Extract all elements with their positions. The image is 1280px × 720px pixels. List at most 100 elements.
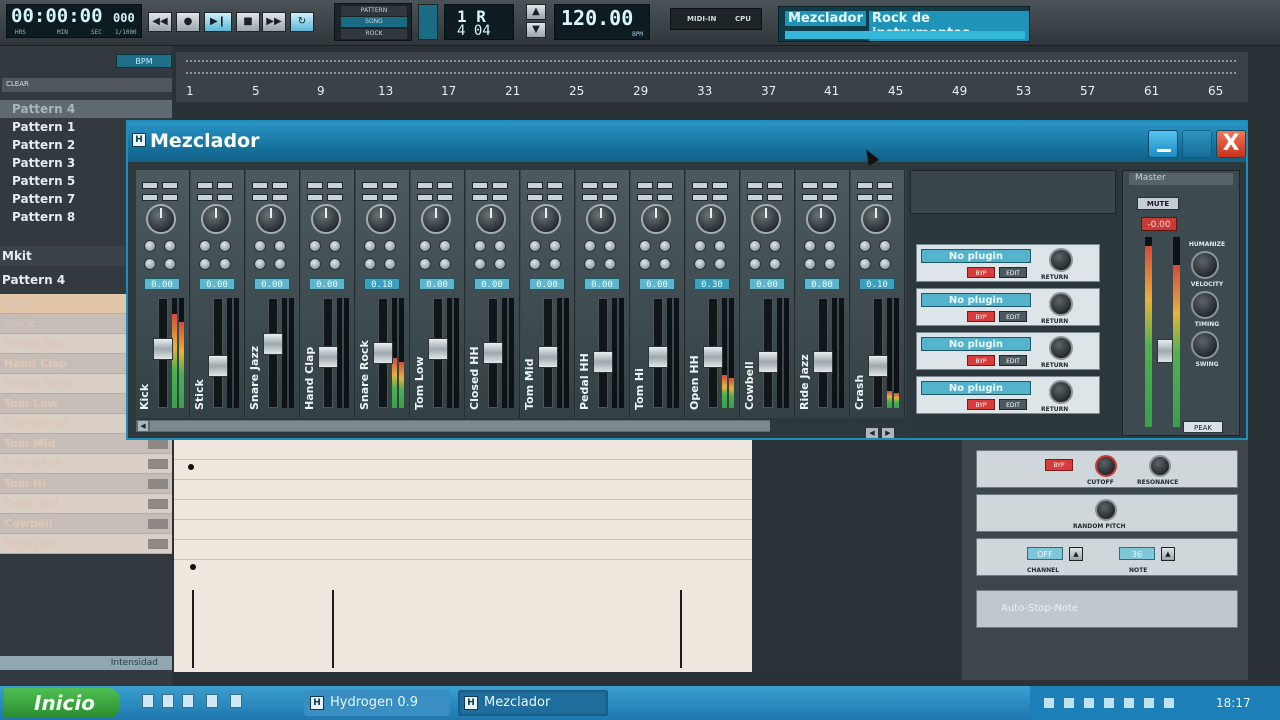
tempo-display[interactable]: 120.00 BPM [554, 4, 650, 40]
mute-solo-buttons[interactable] [582, 174, 622, 189]
instrument-row[interactable]: Tom Hi [0, 474, 172, 494]
fader-track[interactable] [213, 298, 223, 408]
tray-icon[interactable] [1124, 698, 1134, 708]
mute-solo-buttons[interactable] [637, 174, 677, 189]
fx-plugin-name[interactable]: No plugin [921, 249, 1031, 263]
strip-option-buttons[interactable] [307, 186, 347, 201]
volume-fader[interactable] [703, 346, 723, 368]
fx-edit-button[interactable]: EDIT [999, 267, 1027, 278]
quicklaunch-icon[interactable] [230, 694, 242, 708]
mute-solo-buttons[interactable] [142, 174, 182, 189]
fx-send-knob[interactable] [364, 240, 376, 252]
fx-send-knob[interactable] [529, 258, 541, 270]
fx-plugin-name[interactable]: No plugin [921, 293, 1031, 307]
velocity-knob[interactable] [1191, 251, 1219, 279]
pan-knob[interactable] [146, 204, 176, 234]
mute-solo-buttons[interactable] [197, 174, 237, 189]
strip-option-buttons[interactable] [472, 186, 512, 201]
strips-scrollbar[interactable]: ◀ [136, 420, 770, 432]
volume-fader[interactable] [648, 346, 668, 368]
maximize-button[interactable] [1182, 130, 1212, 158]
rewind-button[interactable]: ◀◀ [148, 12, 172, 32]
fx-edit-button[interactable]: EDIT [999, 311, 1027, 322]
quicklaunch-icon[interactable] [142, 694, 154, 708]
strip-option-buttons[interactable] [362, 186, 402, 201]
strip-option-buttons[interactable] [417, 186, 457, 201]
filter-bypass-button[interactable]: BYP [1045, 459, 1073, 471]
fx-send-knob[interactable] [474, 240, 486, 252]
play-button[interactable]: ▶❙ [204, 12, 232, 32]
cutoff-knob[interactable] [1095, 455, 1117, 477]
strip-option-buttons[interactable] [197, 186, 237, 201]
fx-send-knob[interactable] [309, 240, 321, 252]
grid-row[interactable] [174, 500, 752, 520]
mixer-titlebar[interactable]: H Mezclador X [128, 122, 1246, 162]
scroll-left-icon[interactable]: ◀ [138, 421, 148, 431]
pan-knob[interactable] [201, 204, 231, 234]
fx-send-knob[interactable] [584, 258, 596, 270]
close-button[interactable]: X [1216, 130, 1246, 158]
velocity-bar[interactable] [332, 590, 334, 668]
fx-send-knob[interactable] [694, 240, 706, 252]
instrument-row[interactable]: Ride Jazz [0, 534, 172, 554]
taskbar-item-mezclador[interactable]: H Mezclador [458, 690, 608, 716]
volume-fader[interactable] [318, 346, 338, 368]
fx-send-knob[interactable] [164, 258, 176, 270]
note-dot[interactable] [188, 464, 194, 470]
fx-send-knob[interactable] [199, 258, 211, 270]
fx-send-knob[interactable] [219, 240, 231, 252]
timing-knob[interactable] [1191, 291, 1219, 319]
fx-send-knob[interactable] [274, 258, 286, 270]
mute-solo-buttons[interactable] [148, 519, 168, 529]
fx-bypass-button[interactable]: BYP [967, 267, 995, 278]
tray-icon[interactable] [1064, 698, 1074, 708]
quicklaunch-icon[interactable] [206, 694, 218, 708]
strip-option-buttons[interactable] [747, 186, 787, 201]
volume-fader[interactable] [208, 355, 228, 377]
fx-send-knob[interactable] [254, 240, 266, 252]
tray-icon[interactable] [1164, 698, 1174, 708]
fx-send-knob[interactable] [384, 240, 396, 252]
mute-solo-buttons[interactable] [527, 174, 567, 189]
pattern-editor-grid[interactable] [174, 440, 752, 672]
fx-send-knob[interactable] [419, 258, 431, 270]
fx-send-knob[interactable] [309, 258, 321, 270]
clear-button[interactable]: CLEAR [6, 80, 29, 88]
pan-knob[interactable] [751, 204, 781, 234]
resonance-knob[interactable] [1149, 455, 1171, 477]
mode-pattern-button[interactable]: PATTERN [341, 6, 407, 16]
strip-option-buttons[interactable] [582, 186, 622, 201]
fx-send-knob[interactable] [804, 258, 816, 270]
mute-solo-buttons[interactable] [148, 479, 168, 489]
fx-send-knob[interactable] [329, 258, 341, 270]
strip-option-buttons[interactable] [527, 186, 567, 201]
fx-send-knob[interactable] [439, 258, 451, 270]
fx-send-knob[interactable] [199, 240, 211, 252]
mute-solo-buttons[interactable] [252, 174, 292, 189]
fx-send-knob[interactable] [859, 240, 871, 252]
record-button[interactable]: ● [176, 12, 200, 32]
tempo-up-button[interactable]: ▲ [526, 4, 546, 20]
scroll-thumb[interactable] [150, 421, 770, 431]
fx-return-knob[interactable] [1049, 248, 1073, 272]
fx-send-knob[interactable] [804, 240, 816, 252]
grid-row[interactable] [174, 480, 752, 500]
start-button[interactable]: Inicio [4, 688, 120, 718]
mute-solo-buttons[interactable] [362, 174, 402, 189]
fx-send-knob[interactable] [419, 240, 431, 252]
fx-send-knob[interactable] [859, 258, 871, 270]
tempo-down-button[interactable]: ▼ [526, 22, 546, 38]
fx-send-knob[interactable] [639, 240, 651, 252]
fx-send-knob[interactable] [879, 240, 891, 252]
fx-send-knob[interactable] [694, 258, 706, 270]
volume-fader[interactable] [153, 338, 173, 360]
grid-row[interactable] [174, 460, 752, 480]
random-pitch-knob[interactable] [1095, 499, 1117, 521]
fx-bypass-button[interactable]: BYP [967, 399, 995, 410]
fx-send-knob[interactable] [879, 258, 891, 270]
mode-song-button[interactable]: SONG [341, 17, 407, 27]
fx-send-knob[interactable] [144, 240, 156, 252]
mute-solo-buttons[interactable] [802, 174, 842, 189]
fx-send-knob[interactable] [604, 240, 616, 252]
mute-solo-buttons[interactable] [472, 174, 512, 189]
